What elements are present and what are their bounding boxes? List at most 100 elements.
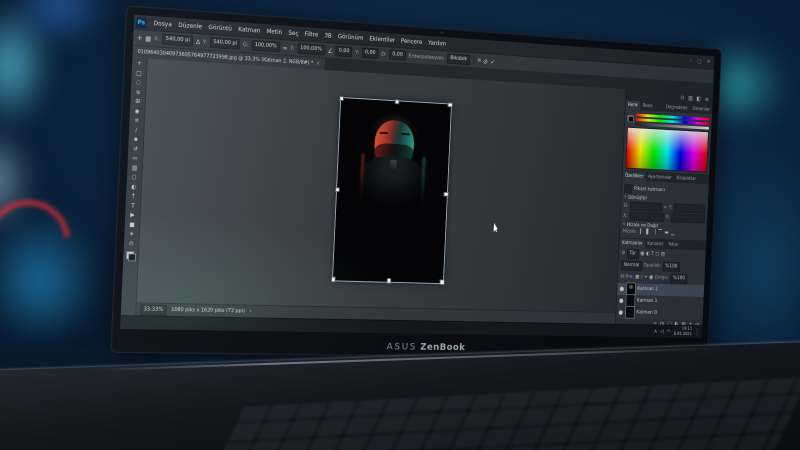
filter-kind-shape-icon[interactable]: ▢ <box>655 251 659 257</box>
tool-blur-icon[interactable]: ○ <box>132 174 137 183</box>
layer-filter-select[interactable]: Tür <box>626 248 639 258</box>
blend-mode-select[interactable]: Normal <box>621 260 643 271</box>
filter-kind-pixel-icon[interactable]: ▣ <box>640 251 644 257</box>
layer-visibility-icon[interactable] <box>619 310 623 315</box>
angle-value-field[interactable]: 0,00 <box>335 46 352 58</box>
tool-hand-icon[interactable]: ∗ <box>129 230 134 239</box>
align-left-icon[interactable]: ▎ <box>640 229 644 235</box>
tool-path-select-icon[interactable]: ▶ <box>130 211 135 220</box>
prop-link-icon[interactable]: ∞ <box>664 205 668 211</box>
menu-yardim[interactable]: Yardım <box>425 39 449 47</box>
align-v-center-icon[interactable]: ▬ <box>664 230 668 236</box>
tool-eyedropper-icon[interactable]: ◉ <box>135 107 140 116</box>
tool-dodge-icon[interactable]: ◐ <box>131 183 136 192</box>
background-color-swatch[interactable] <box>127 253 135 261</box>
tool-move-icon[interactable]: + <box>137 60 142 69</box>
tray-chevron-icon[interactable]: ∧ <box>654 329 657 334</box>
lock-all-icon[interactable]: ▣ <box>649 275 653 281</box>
layer-name[interactable]: Katman 1 <box>637 298 658 304</box>
tool-brush-icon[interactable]: ∕ <box>135 126 137 135</box>
tab-close-icon[interactable]: × <box>316 61 320 67</box>
menu-goruntu[interactable]: Görüntü <box>205 23 235 32</box>
align-top-icon[interactable]: ▔ <box>658 229 662 235</box>
taskbar-clock[interactable]: 19:11 6.05.2021 <box>674 327 693 337</box>
tool-crop-icon[interactable]: ⊞ <box>135 98 140 107</box>
menu-duzenle[interactable]: Düzenle <box>175 21 205 30</box>
layer-name[interactable]: Katman 2 <box>637 286 658 292</box>
commit-transform-icon[interactable]: ✓ <box>490 58 495 66</box>
volume-icon[interactable]: ◁ <box>660 329 664 334</box>
lock-transparency-icon[interactable]: ▦ <box>635 274 639 280</box>
interpolation-select[interactable]: Bikübik <box>447 53 470 65</box>
maximize-icon[interactable]: ▢ <box>697 59 701 65</box>
network-icon[interactable]: ◠ <box>667 329 671 334</box>
tool-clone-stamp-icon[interactable]: ▪ <box>134 136 138 145</box>
width-value-field[interactable]: 100,00% <box>251 40 280 53</box>
minimize-icon[interactable]: – <box>690 58 692 64</box>
prop-x-field[interactable] <box>629 212 664 222</box>
x-value-field[interactable]: 540,00 pi <box>162 34 193 47</box>
layer-name[interactable]: Katman 0 <box>636 310 657 316</box>
search-icon[interactable]: ⊙ <box>680 95 684 102</box>
tool-shape-icon[interactable]: ■ <box>129 221 135 230</box>
tool-eraser-icon[interactable]: ▭ <box>132 155 138 164</box>
prop-width-field[interactable] <box>630 202 662 212</box>
menu-gorunum[interactable]: Görünüm <box>335 33 367 42</box>
prop-height-field[interactable] <box>674 203 706 213</box>
tab-yollar[interactable]: Yollar <box>665 240 681 250</box>
opacity-field[interactable]: %100 <box>662 261 680 271</box>
workspace-icon[interactable]: ◧ <box>696 96 701 103</box>
hskew-value-field[interactable]: 0,00 <box>362 47 379 59</box>
relative-position-icon[interactable]: Δ <box>196 38 201 46</box>
warp-toggle-icon[interactable]: ⌗ <box>477 56 480 65</box>
menu-eklentiler[interactable]: Eklentiler <box>366 35 398 44</box>
layer-thumbnail[interactable] <box>624 306 634 319</box>
tool-pen-icon[interactable]: † <box>132 193 135 202</box>
lock-pixels-icon[interactable]: ∕ <box>641 275 643 280</box>
menu-sec[interactable]: Seç <box>285 29 302 37</box>
cancel-transform-icon[interactable]: ⊘ <box>483 57 488 65</box>
close-icon[interactable]: ✕ <box>707 60 711 66</box>
color-spectrum[interactable] <box>625 127 709 173</box>
panel-menu-icon[interactable]: ≡ <box>705 96 709 103</box>
menu-filtre[interactable]: Filtre <box>301 30 321 38</box>
menu-dosya[interactable]: Dosya <box>150 19 175 28</box>
menu-pencere[interactable]: Pencere <box>398 37 426 46</box>
tool-history-brush-icon[interactable]: ↺ <box>133 145 138 154</box>
filter-kind-type-icon[interactable]: T <box>651 251 654 257</box>
prop-y-field[interactable] <box>670 213 705 223</box>
tool-healing-icon[interactable]: ¤ <box>135 117 139 126</box>
status-chevron-icon[interactable]: › <box>249 309 251 315</box>
show-desktop-button[interactable] <box>696 328 699 336</box>
maintain-aspect-icon[interactable]: ∞ <box>282 43 287 51</box>
align-bottom-icon[interactable]: ▁ <box>671 230 675 236</box>
tool-quick-select-icon[interactable]: ≋ <box>135 88 140 97</box>
height-value-field[interactable]: 100,00% <box>297 43 325 56</box>
tool-lasso-icon[interactable]: ◌ <box>136 79 141 88</box>
align-h-center-icon[interactable]: ▋ <box>646 229 650 235</box>
menu-katman[interactable]: Katman <box>235 25 264 34</box>
y-value-field[interactable]: 540,00 pi <box>210 37 241 50</box>
image-canvas[interactable] <box>332 98 450 283</box>
filter-kind-smart-icon[interactable]: ▤ <box>661 252 665 258</box>
layer-search-icon[interactable]: ⊙ <box>621 250 625 256</box>
reference-point-icon[interactable]: ▦ <box>145 34 151 42</box>
zoom-level-field[interactable]: 33,33% <box>140 304 167 315</box>
lock-position-icon[interactable]: + <box>644 275 648 281</box>
canvas-area[interactable] <box>137 59 626 312</box>
tool-marquee-icon[interactable]: □ <box>136 69 142 78</box>
tool-gradient-icon[interactable]: ▨ <box>132 164 138 173</box>
tool-type-icon[interactable]: T <box>131 202 135 211</box>
menu-3b[interactable]: 3B <box>321 32 335 40</box>
layer-visibility-icon[interactable] <box>619 298 623 303</box>
color-panel-swatches[interactable] <box>627 115 634 123</box>
vskew-value-field[interactable]: 0,00 <box>389 49 406 61</box>
arrange-icon[interactable]: ▥ <box>688 95 693 102</box>
layer-visibility-icon[interactable] <box>620 286 624 291</box>
tool-zoom-icon[interactable]: ⊙ <box>129 240 134 249</box>
align-right-icon[interactable]: ▕ <box>652 229 656 235</box>
filter-kind-adjustment-icon[interactable]: ◐ <box>646 251 650 257</box>
menu-metin[interactable]: Metin <box>263 27 285 35</box>
fill-field[interactable]: %100 <box>670 273 688 283</box>
color-swatches[interactable] <box>126 251 136 261</box>
